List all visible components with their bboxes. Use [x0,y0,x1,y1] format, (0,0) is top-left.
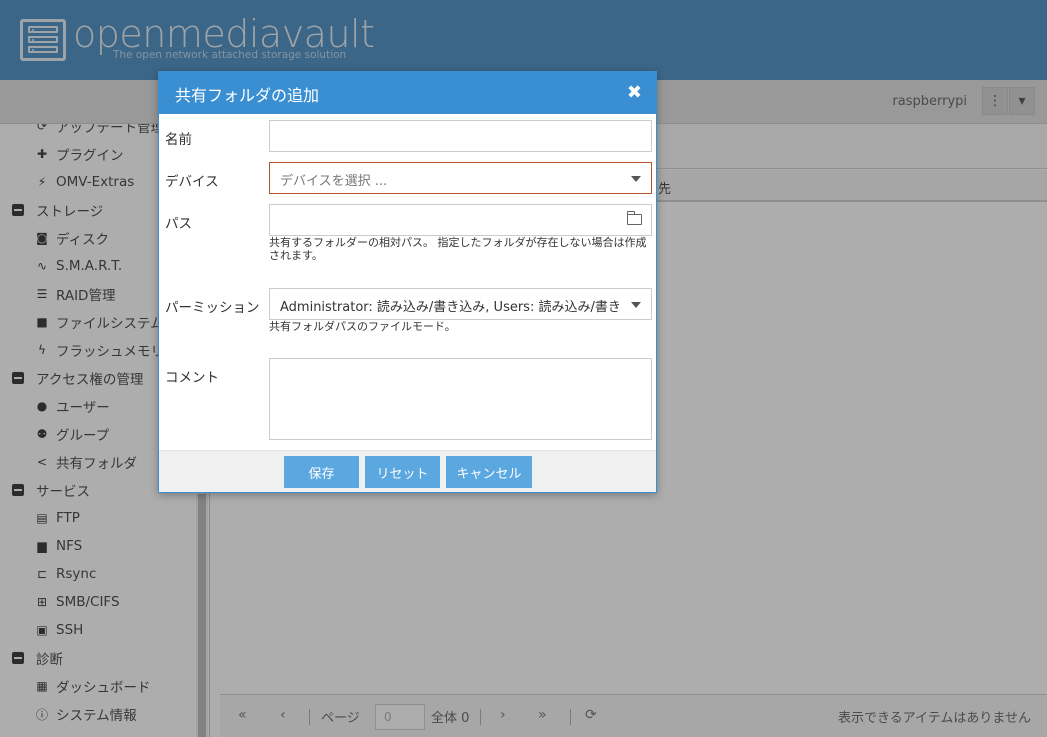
add-shared-folder-dialog: 共有フォルダの追加 ✖ 名前 デバイス デバイスを選択 ... パス 共有するフ… [158,71,657,493]
device-label: デバイス [165,174,219,190]
permission-label: パーミッション [165,300,260,316]
permission-hint: 共有フォルダパスのファイルモード。 [269,320,456,333]
path-input[interactable] [269,204,652,236]
dialog-header: 共有フォルダの追加 ✖ [159,72,656,114]
folder-icon[interactable] [627,211,642,225]
path-label: パス [165,216,192,232]
cancel-button[interactable]: キャンセル [446,456,532,488]
permission-value: Administrator: 読み込み/書き込み, Users: 読み込み/書き [280,300,621,315]
device-select[interactable]: デバイスを選択 ... [269,162,652,194]
device-placeholder: デバイスを選択 ... [280,174,388,189]
reset-button[interactable]: リセット [365,456,440,488]
name-input[interactable] [269,120,652,152]
save-button[interactable]: 保存 [284,456,359,488]
comment-label: コメント [165,370,219,386]
close-icon[interactable]: ✖ [627,82,642,103]
dialog-title: 共有フォルダの追加 [175,86,320,105]
name-label: 名前 [165,132,192,148]
permission-select[interactable]: Administrator: 読み込み/書き込み, Users: 読み込み/書き [269,288,652,320]
chevron-down-icon[interactable] [631,176,641,182]
chevron-down-icon[interactable] [631,302,641,308]
path-hint: 共有するフォルダーの相対パス。 指定したフォルダが存在しない場合は作成されます。 [269,236,647,262]
dialog-footer: 保存 リセット キャンセル [159,450,656,492]
comment-textarea[interactable] [269,358,652,440]
